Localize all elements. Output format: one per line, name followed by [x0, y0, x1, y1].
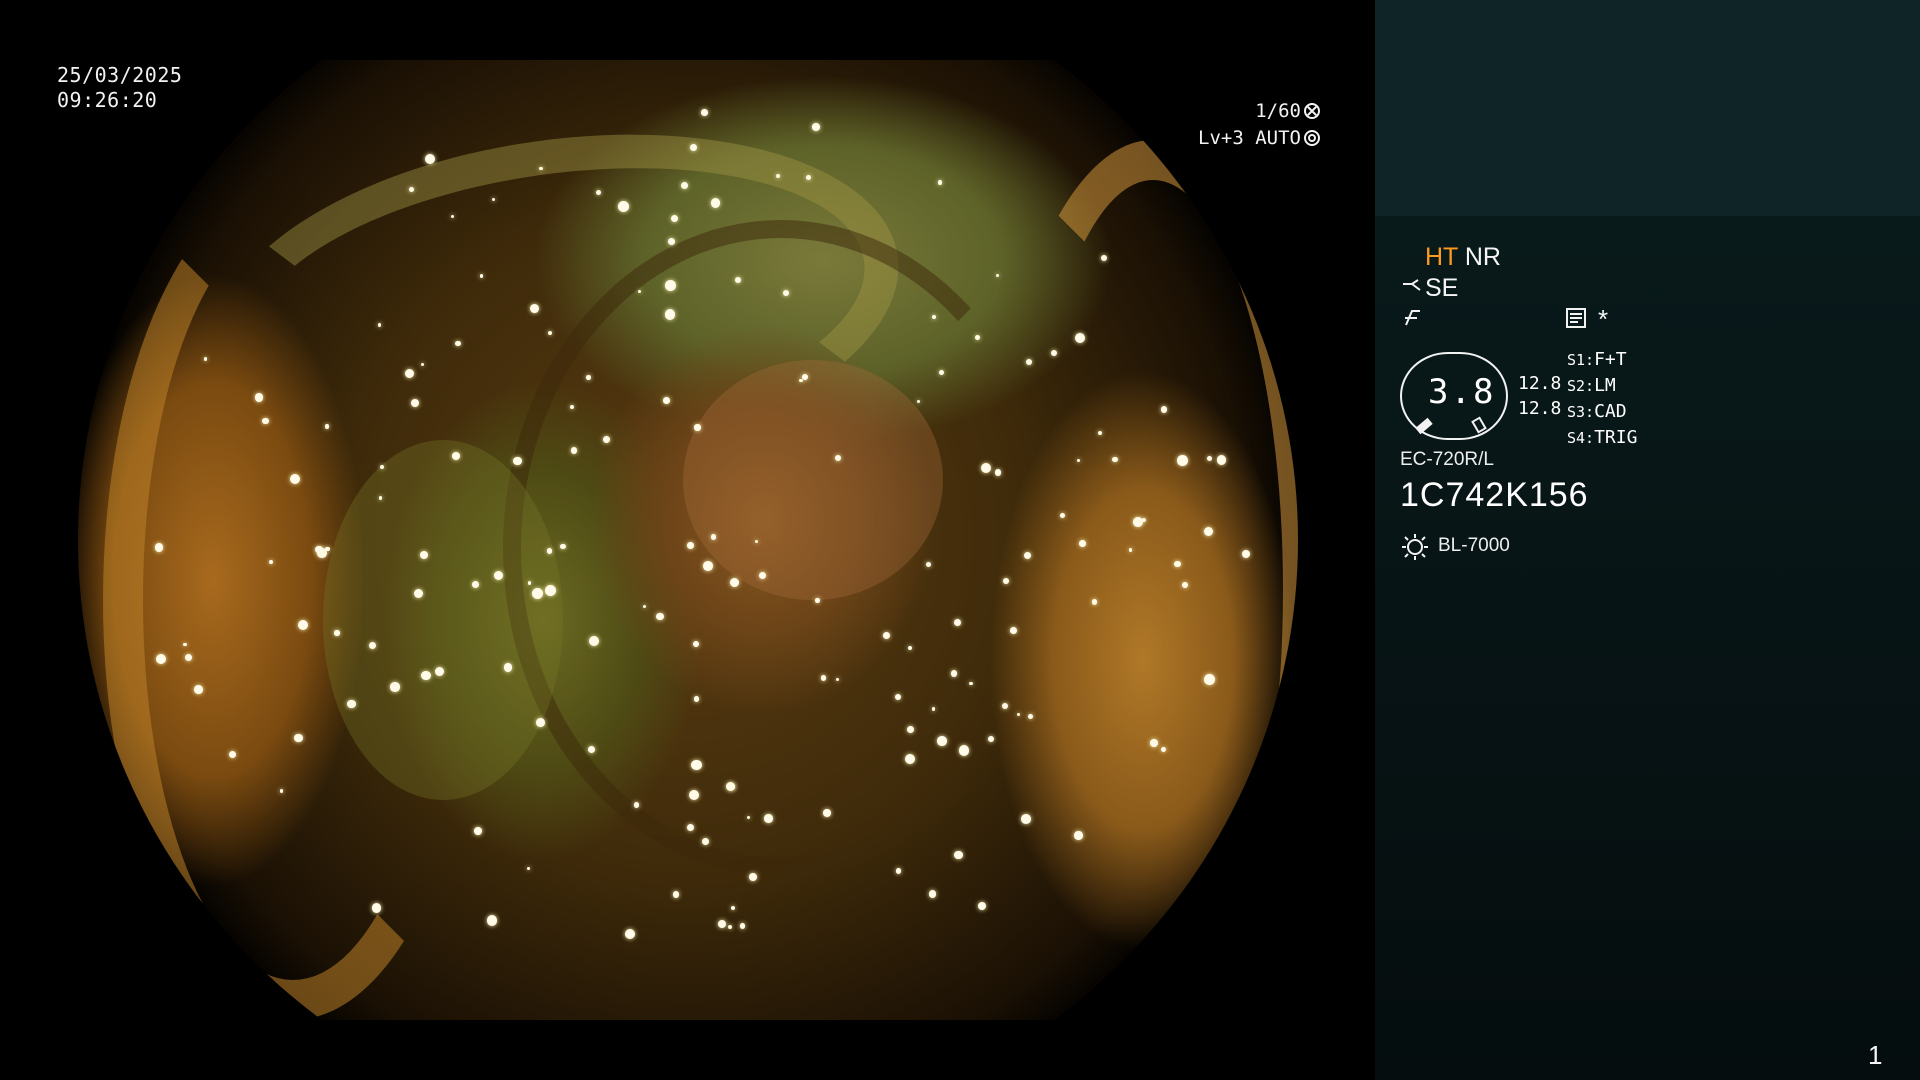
switch-s2: S2:LM: [1567, 375, 1616, 396]
level-value: Lv+3: [1198, 127, 1244, 149]
gauge-value: 3.8: [1428, 372, 1496, 412]
switch-list: S1:F+T S2:LM S3:CAD S4:TRIG: [1567, 347, 1637, 451]
endoscope-image: [78, 60, 1298, 1020]
shutter-icon: [1304, 103, 1320, 119]
shutter-value: 1/60: [1255, 100, 1301, 122]
ht-indicator: HT NR: [1425, 243, 1501, 272]
scope-model: EC-720R/L: [1400, 449, 1494, 470]
exposure-info: 1/60 Lv+3 AUTO: [1150, 98, 1320, 152]
light-source-label: BL-7000: [1438, 535, 1510, 556]
side-value: 12.8: [1518, 373, 1562, 394]
exposure-mode: AUTO: [1255, 127, 1301, 149]
iris-icon: [1304, 130, 1320, 146]
memo-icon: [1566, 308, 1586, 328]
switch-s3: S3:CAD: [1567, 401, 1627, 422]
status-panel: [1375, 216, 1920, 1080]
time-label: 09:26:20: [57, 88, 158, 112]
scope-serial: 1C742K156: [1400, 476, 1589, 514]
panel-top: [1375, 0, 1920, 216]
switch-s4: S4:TRIG: [1567, 427, 1638, 448]
date-label: 25/03/2025: [57, 63, 183, 87]
asterisk-indicator: *: [1598, 304, 1609, 334]
page-number: 1: [1868, 1040, 1883, 1070]
light-source-icon: [1400, 532, 1430, 562]
side-values: 12.8 12.8: [1518, 371, 1561, 421]
side-value: 12.8: [1518, 398, 1562, 419]
gauge-needle-right: [1471, 416, 1487, 434]
nr-label: NR: [1464, 243, 1501, 271]
gauge-needle-left: [1415, 417, 1433, 435]
brightness-gauge: 3.8: [1400, 352, 1508, 440]
freeze-icon: [1402, 307, 1422, 327]
scope-angle-icon: [1402, 278, 1424, 294]
switch-s1: S1:F+T: [1567, 349, 1627, 370]
se-label: SE: [1425, 274, 1459, 302]
ht-label: HT: [1425, 243, 1458, 271]
